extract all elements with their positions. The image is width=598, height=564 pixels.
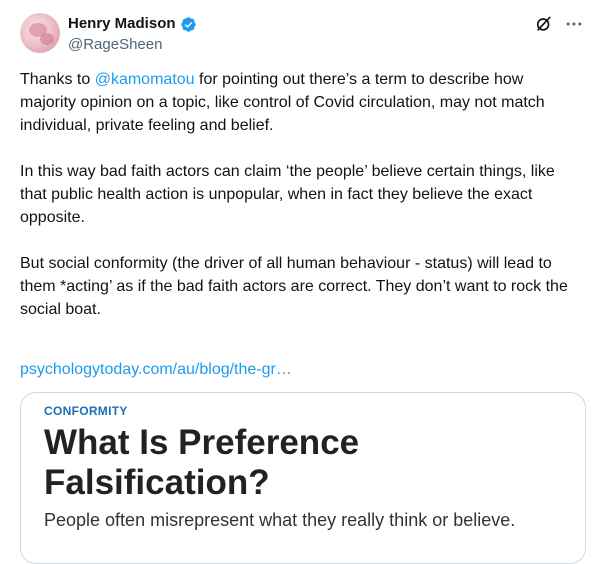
tweet-text: Thanks to @kamomatou for pointing out th… bbox=[20, 68, 580, 344]
top-actions bbox=[534, 14, 584, 34]
author-handle[interactable]: @RageSheen bbox=[68, 35, 197, 55]
card-title: What Is Preference Falsification? bbox=[44, 423, 360, 502]
author-name[interactable]: Henry Madison bbox=[68, 14, 176, 34]
grok-icon[interactable] bbox=[534, 14, 554, 34]
author-block: Henry Madison @RageSheen bbox=[68, 14, 197, 55]
card-kicker: CONFORMITY bbox=[44, 404, 128, 418]
tweet-p1-prefix: Thanks to bbox=[20, 71, 95, 88]
verified-badge-icon[interactable] bbox=[180, 16, 197, 33]
avatar-art-detail bbox=[40, 33, 54, 45]
name-row: Henry Madison bbox=[68, 14, 197, 34]
mention-link[interactable]: @kamomatou bbox=[95, 71, 195, 88]
tweet-paragraph-3: But social conformity (the driver of all… bbox=[20, 255, 568, 318]
card-subtitle: People often misrepresent what they real… bbox=[44, 510, 516, 530]
article-link[interactable]: psychologytoday.com/au/blog/the-gr… bbox=[20, 358, 292, 381]
avatar[interactable] bbox=[20, 13, 60, 53]
tweet-paragraph-2: In this way bad faith actors can claim ‘… bbox=[20, 163, 555, 226]
more-icon[interactable] bbox=[564, 14, 584, 34]
link-preview-card[interactable]: CONFORMITY What Is Preference Falsificat… bbox=[20, 392, 586, 564]
tweet-paragraph-1: Thanks to @kamomatou for pointing out th… bbox=[20, 68, 580, 137]
